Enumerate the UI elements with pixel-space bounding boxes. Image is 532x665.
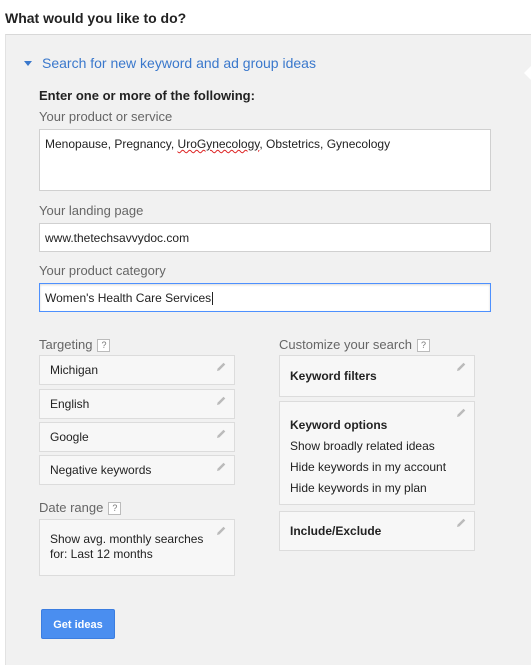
keyword-option-line: Hide keywords in my account (290, 460, 447, 474)
keyword-option-line: Show broadly related ideas (290, 439, 435, 453)
keyword-filters-card[interactable]: Keyword filters (279, 355, 475, 397)
targeting-network[interactable]: Google (39, 422, 235, 452)
date-range-card[interactable]: Show avg. monthly searches for: Last 12 … (39, 519, 235, 576)
pencil-icon[interactable] (454, 406, 468, 420)
misspelled-word: UroGynecology (177, 137, 260, 151)
pencil-icon[interactable] (214, 360, 228, 374)
pencil-icon[interactable] (214, 460, 228, 474)
customize-label-text: Customize your search (279, 337, 412, 352)
targeting-negative-keywords[interactable]: Negative keywords (39, 455, 235, 485)
pencil-icon[interactable] (214, 524, 228, 538)
panel-notch (524, 65, 532, 81)
targeting-location-text: Michigan (50, 363, 99, 377)
targeting-language-text: English (50, 397, 90, 411)
product-category-input[interactable]: Women's Health Care Services (39, 283, 491, 312)
pencil-icon[interactable] (454, 516, 468, 530)
customize-label: Customize your search? (279, 337, 430, 352)
product-label: Your product or service (39, 109, 173, 124)
product-text-after: , Obstetrics, Gynecology (259, 137, 391, 151)
date-range-label-text: Date range (39, 500, 104, 515)
date-range-label: Date range? (39, 500, 122, 515)
product-category-value: Women's Health Care Services (45, 291, 212, 305)
targeting-language[interactable]: English (39, 389, 235, 419)
pencil-icon[interactable] (454, 360, 468, 374)
include-exclude-card[interactable]: Include/Exclude (279, 511, 475, 551)
targeting-network-text: Google (50, 430, 89, 444)
targeting-label: Targeting? (39, 337, 111, 352)
keyword-planner-panel: Search for new keyword and ad group idea… (5, 34, 532, 665)
pencil-icon[interactable] (214, 394, 228, 408)
targeting-negative-keywords-text: Negative keywords (50, 463, 152, 477)
product-category-label: Your product category (39, 263, 166, 278)
targeting-label-text: Targeting (39, 337, 93, 352)
get-ideas-button[interactable]: Get ideas (41, 609, 115, 639)
customize-help-icon[interactable]: ? (416, 339, 430, 352)
page-heading: What would you like to do? (5, 10, 187, 26)
keyword-option-line: Hide keywords in my plan (290, 481, 427, 495)
include-exclude-text: Include/Exclude (290, 524, 382, 538)
product-input[interactable]: Menopause, Pregnancy, UroGynecology, Obs… (39, 129, 491, 191)
text-cursor (212, 292, 214, 306)
date-range-line1: Show avg. monthly searches (50, 532, 204, 546)
section-title[interactable]: Search for new keyword and ad group idea… (42, 55, 316, 71)
keyword-options-title: Keyword options (290, 418, 388, 432)
collapse-triangle-icon[interactable] (24, 60, 32, 66)
keyword-filters-text: Keyword filters (290, 369, 377, 383)
date-range-help-icon[interactable]: ? (108, 502, 122, 515)
landing-page-label: Your landing page (39, 203, 144, 218)
pencil-icon[interactable] (214, 427, 228, 441)
product-text-before: Menopause, Pregnancy, (45, 137, 178, 151)
landing-page-input[interactable]: www.thetechsavvydoc.com (39, 223, 491, 252)
targeting-location[interactable]: Michigan (39, 355, 235, 385)
section-toggle[interactable]: Search for new keyword and ad group idea… (24, 55, 316, 71)
targeting-help-icon[interactable]: ? (97, 339, 111, 352)
date-range-line2: for: Last 12 months (50, 547, 153, 561)
landing-page-value: www.thetechsavvydoc.com (45, 231, 190, 245)
keyword-options-card[interactable]: Keyword options Show broadly related ide… (279, 401, 475, 505)
form-instruction: Enter one or more of the following: (39, 88, 255, 103)
